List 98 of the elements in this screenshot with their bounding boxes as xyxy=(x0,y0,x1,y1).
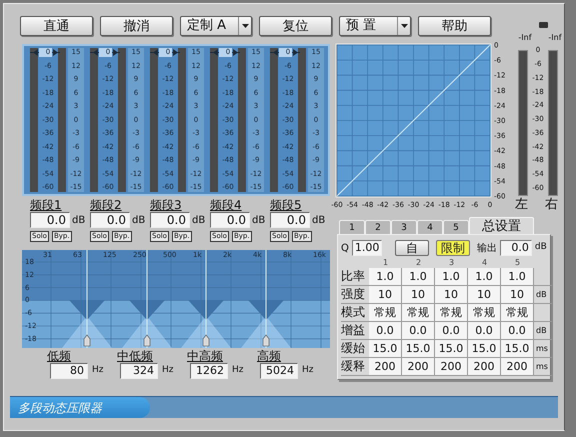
threshold-slider[interactable] xyxy=(210,48,240,57)
band-label: 频段4 xyxy=(210,199,243,212)
setting-cell[interactable]: 1.0 xyxy=(501,268,534,286)
unit-label: dB xyxy=(534,241,547,254)
setting-cell[interactable]: 10 xyxy=(435,286,468,304)
band-gain-field[interactable]: 0.0 xyxy=(150,212,190,228)
crossover-label: 高频 xyxy=(257,350,282,363)
auto-button[interactable]: 自 xyxy=(394,240,429,256)
setting-cell[interactable]: 0.0 xyxy=(501,322,534,340)
unit-label: dB xyxy=(132,214,146,228)
setting-cell[interactable]: 1.0 xyxy=(435,268,468,286)
setting-cell[interactable]: 10 xyxy=(501,286,534,304)
setting-cell[interactable]: 200 xyxy=(501,358,534,376)
preset-dropdown[interactable]: 预 置 xyxy=(339,16,411,36)
setting-cell[interactable]: 常规 xyxy=(369,304,402,322)
toolbar-button[interactable]: 撤消 xyxy=(100,16,173,36)
output-field[interactable]: 0.0 xyxy=(500,240,532,256)
crossover-field[interactable]: 1262 xyxy=(190,363,228,379)
threshold-slider[interactable] xyxy=(30,48,60,57)
crossover-label: 中低频 xyxy=(117,350,154,363)
setting-cell[interactable]: 0.0 xyxy=(435,322,468,340)
unit-label: dB xyxy=(312,214,326,228)
band-gain-field[interactable]: 0.0 xyxy=(30,212,70,228)
band-gain-field[interactable]: 0.0 xyxy=(210,212,250,228)
setting-cell[interactable]: 15.0 xyxy=(369,340,402,358)
column-header: 1 xyxy=(382,258,390,268)
unit-label: ms xyxy=(534,358,552,376)
toolbar-button[interactable]: 复位 xyxy=(259,16,332,36)
band-gain-field[interactable]: 0.0 xyxy=(270,212,310,228)
footer-title: 多段动态压限器 xyxy=(18,400,102,416)
threshold-slider[interactable] xyxy=(150,48,180,57)
unit-label: dB xyxy=(72,214,86,228)
setting-cell[interactable]: 0.0 xyxy=(402,322,435,340)
setting-cell[interactable]: 200 xyxy=(369,358,402,376)
unit-label: dB xyxy=(192,214,206,228)
crossover-field[interactable]: 324 xyxy=(120,363,158,379)
preset-dropdown[interactable]: 定制 A xyxy=(180,16,252,36)
unit-label: dB xyxy=(534,322,552,340)
q-label: Q xyxy=(341,242,349,256)
setting-cell[interactable]: 15.0 xyxy=(435,340,468,358)
limit-button[interactable]: 限制 xyxy=(436,240,470,256)
setting-cell[interactable]: 1.0 xyxy=(402,268,435,286)
setting-cell[interactable]: 200 xyxy=(468,358,501,376)
setting-cell[interactable]: 1.0 xyxy=(468,268,501,286)
settings-tab[interactable]: 2 xyxy=(365,220,391,234)
threshold-slider[interactable] xyxy=(90,48,120,57)
band-label: 频段3 xyxy=(150,199,183,212)
setting-cell[interactable]: 0.0 xyxy=(369,322,402,340)
unit-label: Hz xyxy=(162,364,174,378)
setting-cell[interactable]: 常规 xyxy=(435,304,468,322)
crossover-field[interactable]: 80 xyxy=(50,363,88,379)
band-label: 频段2 xyxy=(90,199,123,212)
peak-readout: -Inf xyxy=(517,32,533,42)
setting-cell[interactable]: 15.0 xyxy=(468,340,501,358)
unit-label: Hz xyxy=(92,364,104,378)
setting-cell[interactable]: 200 xyxy=(402,358,435,376)
settings-tab[interactable]: 3 xyxy=(391,220,417,234)
crossover-field[interactable]: 5024 xyxy=(260,363,298,379)
band-label: 频段5 xyxy=(270,199,303,212)
column-header: 5 xyxy=(514,258,522,268)
setting-cell[interactable]: 10 xyxy=(402,286,435,304)
setting-cell[interactable]: 常规 xyxy=(402,304,435,322)
caret-icon xyxy=(397,17,410,35)
unit-label: Hz xyxy=(232,364,244,378)
unit-label: Hz xyxy=(302,364,314,378)
q-field[interactable]: 1.00 xyxy=(352,240,382,256)
settings-tab[interactable]: 总设置 xyxy=(469,217,534,234)
setting-cell[interactable]: 0.0 xyxy=(468,322,501,340)
settings-tab[interactable]: 1 xyxy=(339,220,365,234)
setting-cell[interactable]: 15.0 xyxy=(501,340,534,358)
unit-label: dB xyxy=(534,286,552,304)
output-label: 输出 xyxy=(476,242,497,256)
unit-label: dB xyxy=(252,214,266,228)
setting-cell[interactable]: 1.0 xyxy=(369,268,402,286)
setting-cell[interactable]: 15.0 xyxy=(402,340,435,358)
toolbar-button[interactable]: 直通 xyxy=(20,16,93,36)
column-header: 3 xyxy=(448,258,456,268)
band-gain-field[interactable]: 0.0 xyxy=(90,212,130,228)
toolbar-button[interactable]: 帮助 xyxy=(418,16,491,36)
settings-tab[interactable]: 4 xyxy=(417,220,443,234)
caret-icon xyxy=(238,17,251,35)
crossover-label: 低频 xyxy=(47,350,72,363)
unit-label: ms xyxy=(534,340,552,358)
threshold-slider[interactable] xyxy=(270,48,300,57)
column-header: 4 xyxy=(480,258,488,268)
setting-cell[interactable]: 10 xyxy=(369,286,402,304)
band-label: 频段1 xyxy=(30,199,63,212)
clip-indicator-icon xyxy=(538,22,548,28)
settings-tab[interactable]: 5 xyxy=(443,220,469,234)
column-header: 2 xyxy=(414,258,422,268)
setting-cell[interactable]: 常规 xyxy=(468,304,501,322)
channel-label: 右 xyxy=(545,197,559,212)
channel-label: 左 xyxy=(515,197,529,212)
setting-cell[interactable]: 10 xyxy=(468,286,501,304)
setting-cell[interactable]: 常规 xyxy=(501,304,534,322)
peak-readout: -Inf xyxy=(547,32,563,42)
setting-cell[interactable]: 200 xyxy=(435,358,468,376)
crossover-label: 中高频 xyxy=(187,350,224,363)
